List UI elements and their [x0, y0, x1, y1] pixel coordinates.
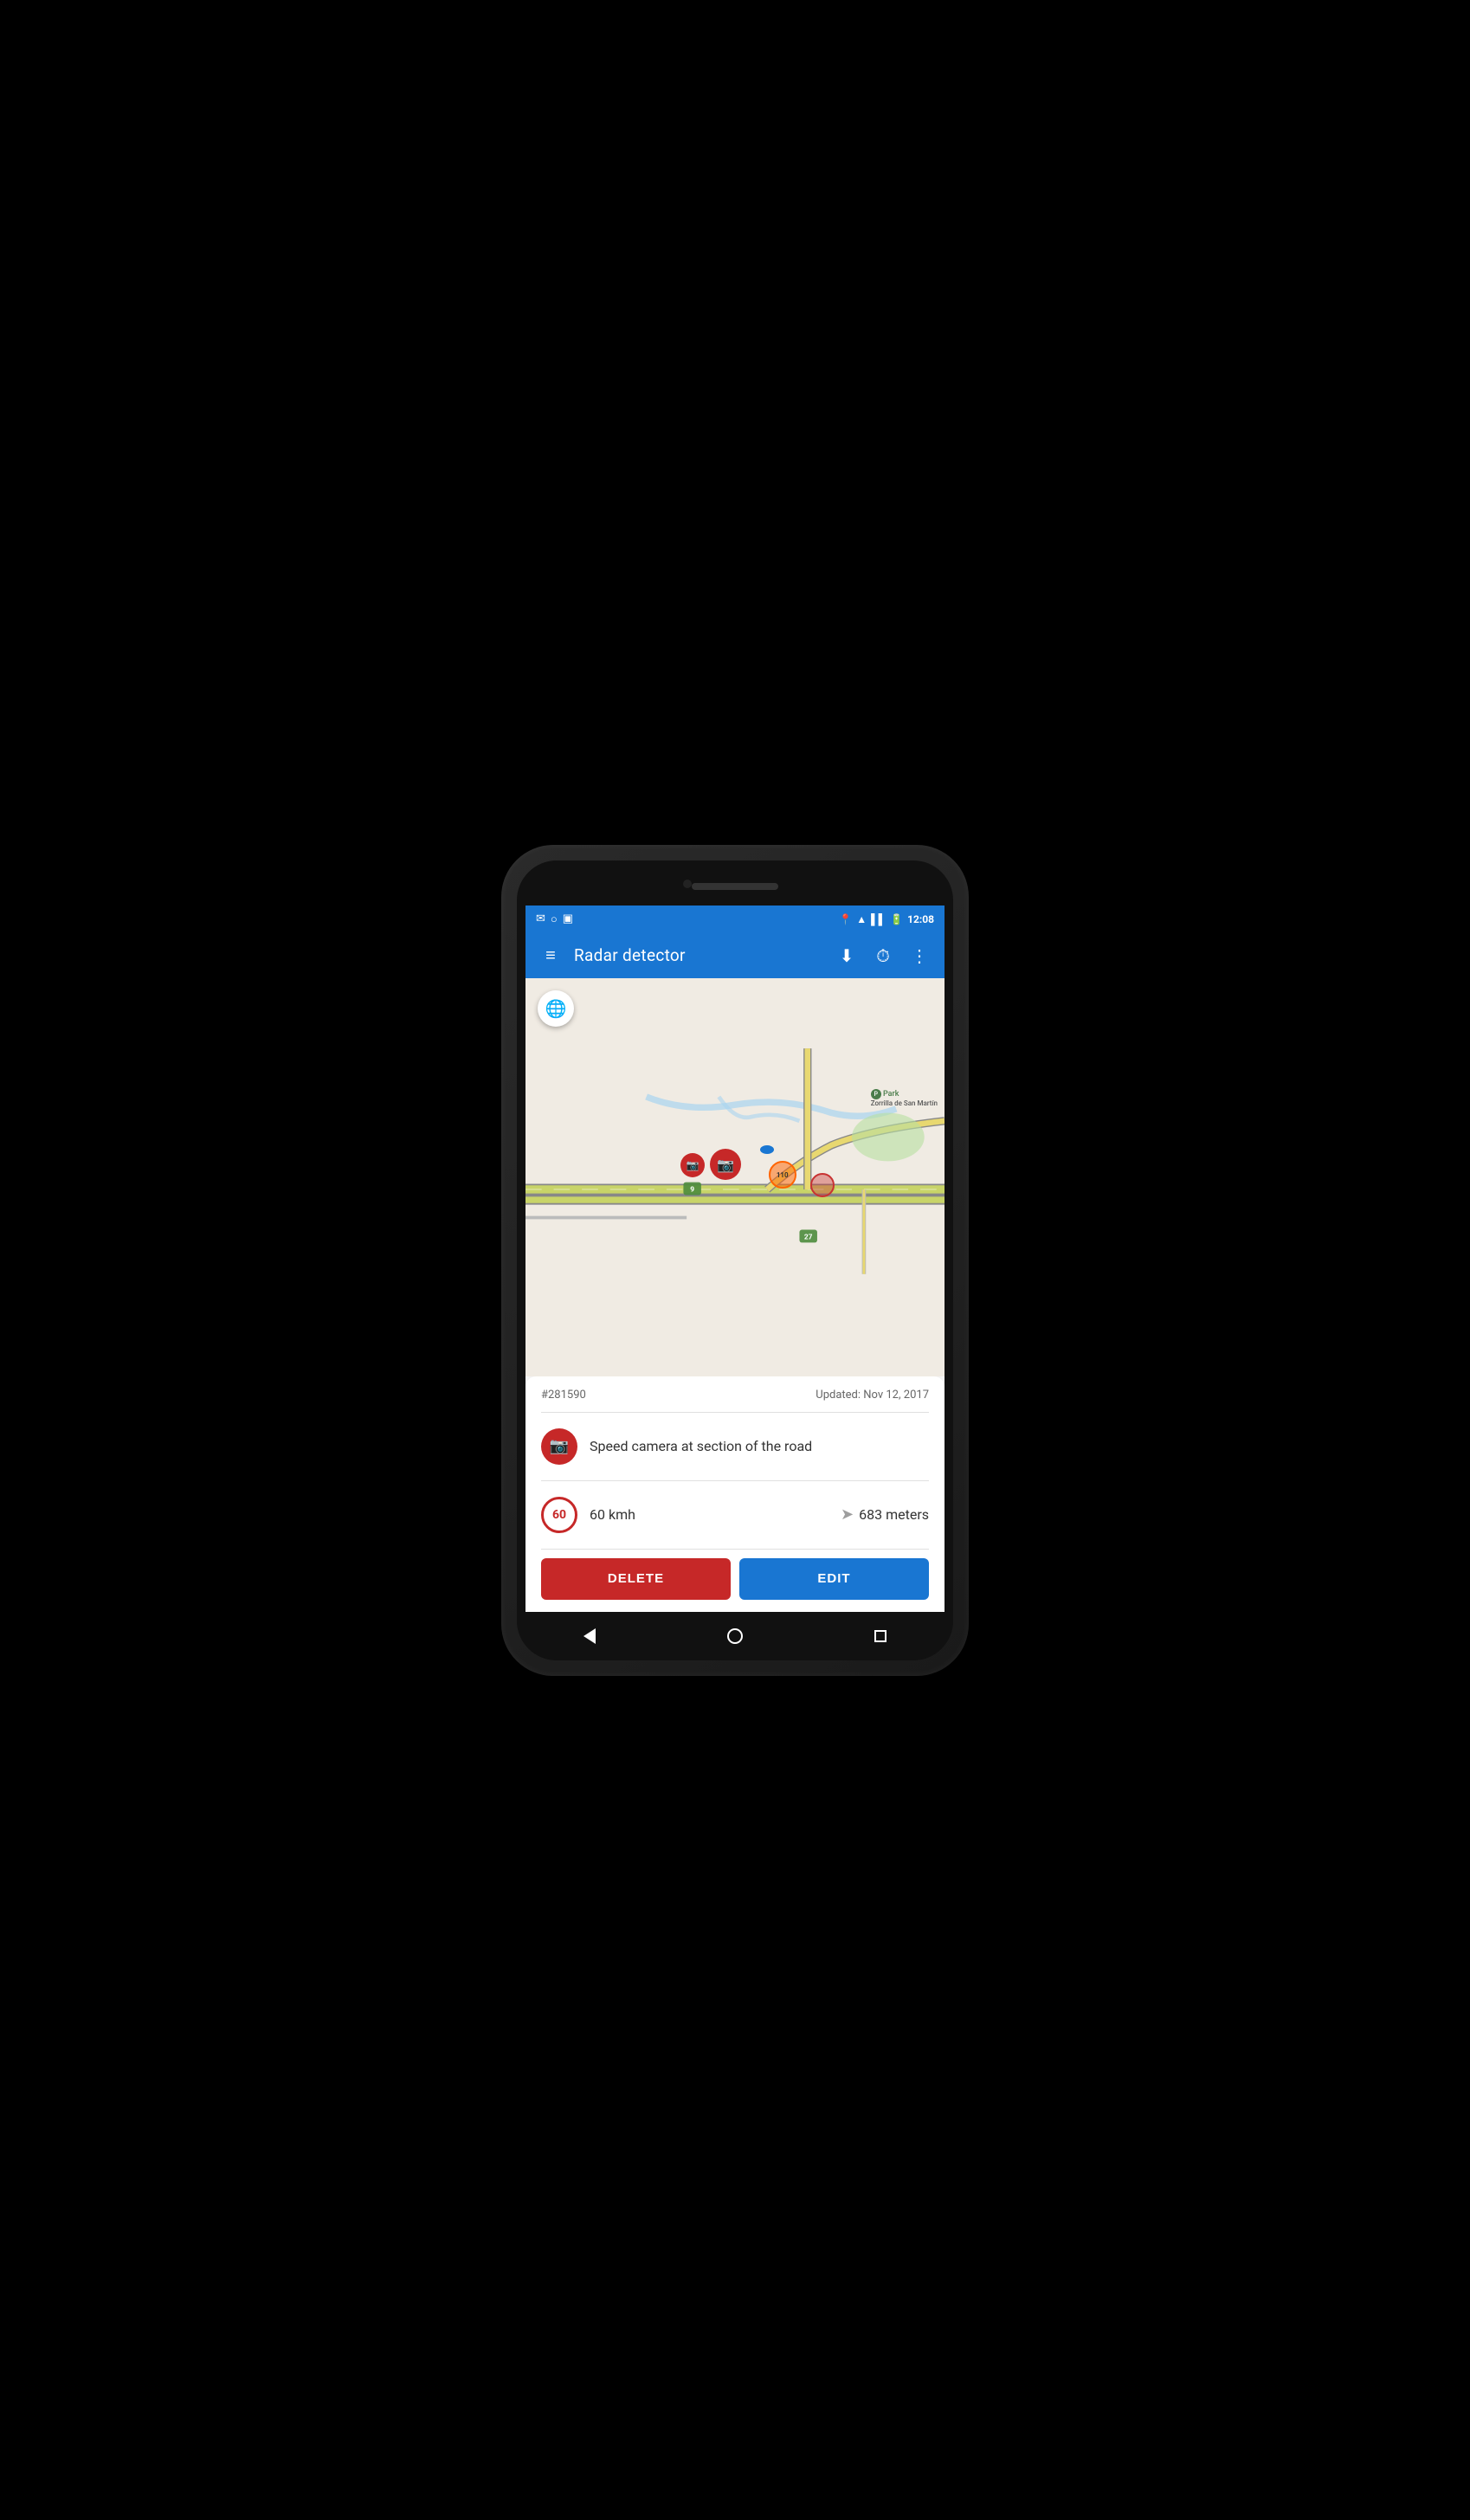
location-icon: 📍: [839, 913, 852, 925]
card-actions: DELETE EDIT: [541, 1558, 929, 1600]
clipboard-icon: ▣: [563, 912, 573, 925]
menu-icon[interactable]: ≡: [538, 944, 564, 966]
distance-group: ➤ 683 meters: [841, 1505, 929, 1524]
camera-id: #281590: [541, 1389, 586, 1402]
divider-2: [541, 1480, 929, 1481]
updated-date: Updated: Nov 12, 2017: [816, 1389, 929, 1402]
svg-text:27: 27: [804, 1233, 813, 1241]
recents-button[interactable]: [868, 1624, 893, 1648]
navigation-icon: ➤: [841, 1505, 854, 1524]
more-icon[interactable]: ⋮: [906, 945, 932, 966]
battery-icon: 🔋: [890, 913, 903, 925]
map-background: 9 27 🌐 P Park Zorrilla de San: [525, 978, 945, 1376]
app-bar: ≡ Radar detector ⬇ ⏱ ⋮: [525, 933, 945, 978]
phone-inner: ✉ ○ ▣ 📍 ▲ ▌▌ 🔋 12:08 ≡ Radar detector ⬇ …: [517, 860, 953, 1660]
speed-limit-circle-1: 110: [769, 1161, 796, 1189]
sync-icon: ○: [551, 912, 558, 926]
status-bar: ✉ ○ ▣ 📍 ▲ ▌▌ 🔋 12:08: [525, 906, 945, 933]
home-icon: [727, 1628, 743, 1644]
phone-frame: ✉ ○ ▣ 📍 ▲ ▌▌ 🔋 12:08 ≡ Radar detector ⬇ …: [501, 845, 969, 1676]
divider-1: [541, 1412, 929, 1413]
speed-distance-row: 60 60 kmh ➤ 683 meters: [541, 1488, 929, 1542]
distance-text: 683 meters: [859, 1506, 929, 1523]
camera-icon: 📷: [550, 1437, 569, 1455]
info-card: #281590 Updated: Nov 12, 2017 📷 Speed ca…: [525, 1376, 945, 1612]
mail-icon: ✉: [536, 912, 545, 925]
time-display: 12:08: [907, 913, 934, 925]
speed-limit-circle-2: [810, 1173, 835, 1197]
map-area[interactable]: 9 27 🌐 P Park Zorrilla de San: [525, 978, 945, 1376]
download-icon[interactable]: ⬇: [834, 945, 860, 966]
status-icons-right: 📍 ▲ ▌▌ 🔋 12:08: [839, 913, 934, 925]
divider-3: [541, 1549, 929, 1550]
camera-type-row: 📷 Speed camera at section of the road: [541, 1420, 929, 1473]
front-camera: [683, 880, 692, 888]
speed-camera-marker-small[interactable]: 📷: [680, 1153, 705, 1177]
camera-type-icon: 📷: [541, 1428, 577, 1465]
edit-button[interactable]: EDIT: [739, 1558, 929, 1600]
app-title: Radar detector: [574, 945, 823, 965]
globe-icon: 🌐: [545, 998, 567, 1019]
back-icon: [583, 1628, 596, 1644]
speed-limit-text: 60 kmh: [590, 1506, 828, 1523]
signal-icon: ▌▌: [871, 913, 886, 925]
park-label: P Park Zorrilla de San Martín: [871, 1089, 938, 1108]
back-button[interactable]: [577, 1624, 602, 1648]
card-header: #281590 Updated: Nov 12, 2017: [541, 1389, 929, 1402]
nav-bar: [517, 1612, 953, 1660]
park-icon: P: [871, 1089, 881, 1099]
svg-text:9: 9: [690, 1185, 694, 1194]
home-button[interactable]: [723, 1624, 747, 1648]
status-icons-left: ✉ ○ ▣: [536, 912, 573, 926]
wifi-icon: ▲: [856, 913, 867, 925]
screen: ✉ ○ ▣ 📍 ▲ ▌▌ 🔋 12:08 ≡ Radar detector ⬇ …: [525, 906, 945, 1612]
speed-limit-badge: 60: [541, 1497, 577, 1533]
clock-icon[interactable]: ⏱: [870, 945, 896, 966]
recents-icon: [874, 1630, 887, 1642]
speed-camera-marker-main[interactable]: 📷: [710, 1149, 741, 1180]
location-dot: [760, 1145, 774, 1154]
speaker: [692, 883, 778, 890]
camera-description: Speed camera at section of the road: [590, 1438, 812, 1454]
globe-button[interactable]: 🌐: [538, 990, 574, 1027]
delete-button[interactable]: DELETE: [541, 1558, 731, 1600]
map-svg: 9 27: [525, 978, 945, 1376]
